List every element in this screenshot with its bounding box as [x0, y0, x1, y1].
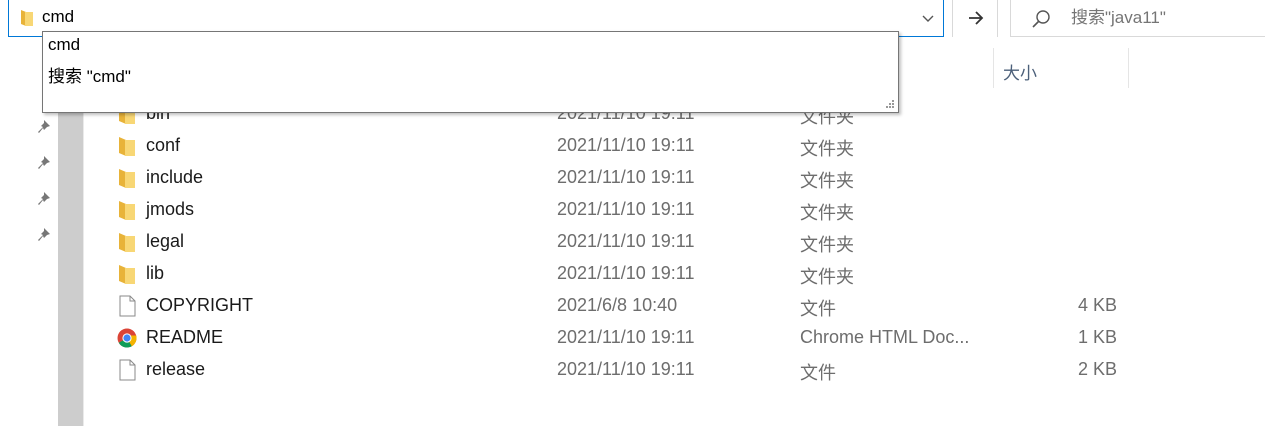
file-type: 文件夹 — [800, 203, 854, 223]
file-type: 文件夹 — [800, 171, 854, 191]
file-date-modified: 2021/6/8 10:40 — [557, 295, 678, 315]
file-date-modified: 2021/11/10 19:11 — [557, 231, 695, 251]
chevron-down-icon[interactable] — [919, 9, 937, 27]
file-type: 文件夹 — [800, 267, 854, 287]
address-input[interactable] — [42, 7, 902, 27]
file-row[interactable]: README 2021/11/10 19:11 Chrome HTML Doc...… — [84, 321, 1265, 353]
file-row[interactable]: conf 2021/11/10 19:11 文件夹 — [84, 129, 1265, 161]
file-name: COPYRIGHT — [146, 295, 254, 315]
file-row[interactable]: legal 2021/11/10 19:11 文件夹 — [84, 225, 1265, 257]
file-size: 4 KB — [1077, 295, 1117, 315]
go-button[interactable] — [952, 0, 998, 37]
folder-icon — [119, 137, 135, 156]
file-date-modified: 2021/11/10 19:11 — [557, 199, 695, 219]
folder-icon — [119, 233, 135, 252]
file-type: 文件夹 — [800, 235, 854, 255]
file-row[interactable]: include 2021/11/10 19:11 文件夹 — [84, 161, 1265, 193]
pin-icon[interactable] — [36, 227, 52, 243]
chrome-icon — [117, 328, 137, 348]
search-input[interactable] — [1071, 8, 1261, 28]
resize-grip-icon[interactable] — [885, 99, 895, 109]
file-row[interactable]: jmods 2021/11/10 19:11 文件夹 — [84, 193, 1265, 225]
file-date-modified: 2021/11/10 19:11 — [557, 167, 695, 187]
autocomplete-item[interactable]: cmd — [48, 35, 80, 55]
file-size: 1 KB — [1077, 327, 1117, 347]
file-icon — [119, 295, 136, 317]
folder-icon — [119, 169, 135, 188]
pin-icon[interactable] — [36, 191, 52, 207]
file-date-modified: 2021/11/10 19:11 — [557, 359, 695, 379]
autocomplete-item[interactable]: 搜索 "cmd" — [48, 62, 131, 87]
file-name: include — [146, 167, 204, 187]
file-name: release — [146, 359, 206, 379]
file-name: README — [146, 327, 224, 347]
file-name: jmods — [146, 199, 195, 219]
file-row[interactable]: lib 2021/11/10 19:11 文件夹 — [84, 257, 1265, 289]
column-header-size[interactable]: 大小 — [993, 48, 1129, 88]
arrow-right-icon — [969, 11, 984, 25]
search-icon — [1032, 10, 1050, 28]
folder-icon — [21, 10, 33, 26]
pin-icon[interactable] — [36, 119, 52, 135]
file-date-modified: 2021/11/10 19:11 — [557, 263, 695, 283]
file-size: 2 KB — [1077, 359, 1117, 379]
file-type: 文件 — [800, 363, 836, 383]
file-name: conf — [146, 135, 181, 155]
file-name: lib — [146, 263, 165, 283]
pin-icon[interactable] — [36, 155, 52, 171]
file-name: legal — [146, 231, 185, 251]
file-date-modified: 2021/11/10 19:11 — [557, 327, 695, 347]
file-row[interactable]: release 2021/11/10 19:11 文件 2 KB — [84, 353, 1265, 385]
autocomplete-dropdown: cmd 搜索 "cmd" — [42, 31, 899, 113]
search-box[interactable] — [1010, 0, 1265, 37]
folder-icon — [119, 265, 135, 284]
folder-icon — [119, 201, 135, 220]
file-row[interactable]: COPYRIGHT 2021/6/8 10:40 文件 4 KB — [84, 289, 1265, 321]
file-type: 文件 — [800, 299, 836, 319]
column-header-size-label: 大小 — [1003, 64, 1037, 83]
file-date-modified: 2021/11/10 19:11 — [557, 135, 695, 155]
file-icon — [119, 359, 136, 381]
file-type: 文件夹 — [800, 139, 854, 159]
file-type: Chrome HTML Doc... — [800, 327, 970, 347]
